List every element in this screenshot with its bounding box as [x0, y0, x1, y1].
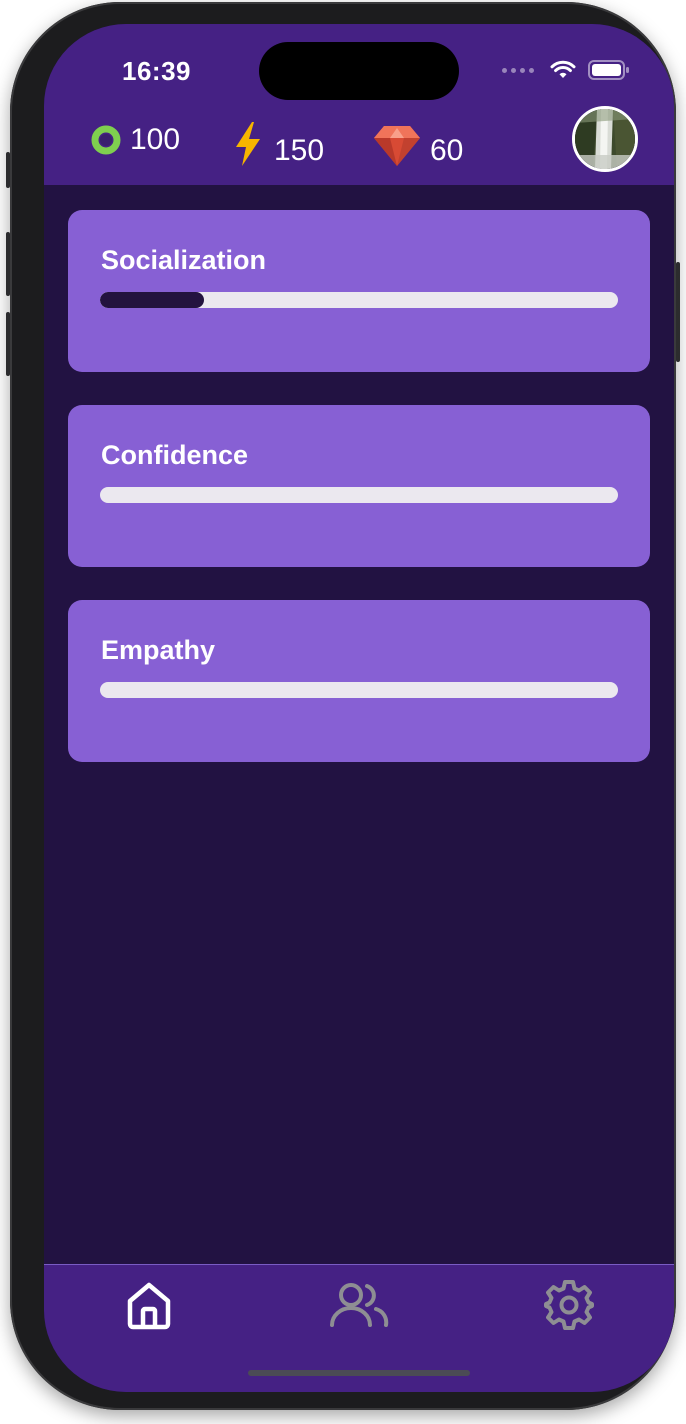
dynamic-island: [259, 42, 459, 100]
profile-avatar-waterfall-image: [575, 109, 635, 169]
skill-title: Socialization: [101, 245, 267, 275]
wifi-icon: [550, 60, 576, 78]
skill-progress-bar: [100, 292, 618, 308]
skills-list: Socialization Confidence Empathy: [68, 210, 650, 795]
cellular-signal-icon: [502, 67, 534, 73]
energy-value: 150: [274, 134, 325, 167]
status-indicators: [502, 60, 630, 80]
skill-progress-fill: [100, 292, 204, 308]
status-time: 16:39: [122, 56, 191, 86]
ruby-gem-icon: [374, 126, 420, 166]
skill-title: Confidence: [101, 440, 249, 470]
skill-card-confidence[interactable]: Confidence: [68, 405, 650, 567]
gems-value: 60: [430, 134, 464, 167]
volume-down-button: [6, 312, 10, 376]
gems-stat[interactable]: 60: [372, 124, 463, 168]
skill-card-empathy[interactable]: Empathy: [68, 600, 650, 762]
tab-home[interactable]: [119, 1277, 179, 1333]
battery-icon: [588, 60, 629, 80]
skill-progress-bar: [100, 487, 618, 503]
top-bar: 16:39 100 150 60: [44, 24, 674, 185]
action-button: [6, 152, 10, 188]
skill-card-socialization[interactable]: Socialization: [68, 210, 650, 372]
energy-stat[interactable]: 150: [230, 120, 324, 168]
coins-value: 100: [130, 123, 181, 156]
phone-frame: 16:39 100 150 60 Socialization Confidenc…: [6, 2, 680, 1410]
volume-up-button: [6, 232, 10, 296]
skill-progress-bar: [100, 682, 618, 698]
profile-avatar[interactable]: [572, 106, 638, 172]
tab-friends[interactable]: [329, 1277, 389, 1333]
tab-settings[interactable]: [539, 1277, 599, 1333]
skill-title: Empathy: [101, 635, 216, 665]
coins-stat[interactable]: 100: [90, 124, 180, 156]
screen: 16:39 100 150 60 Socialization Confidenc…: [44, 24, 674, 1392]
lightning-icon: [236, 122, 260, 166]
power-button: [676, 262, 680, 362]
home-icon: [127, 1282, 171, 1330]
green-ring-icon: [91, 125, 121, 155]
gear-icon: [544, 1280, 594, 1330]
users-icon: [330, 1283, 389, 1327]
home-indicator: [248, 1370, 470, 1376]
